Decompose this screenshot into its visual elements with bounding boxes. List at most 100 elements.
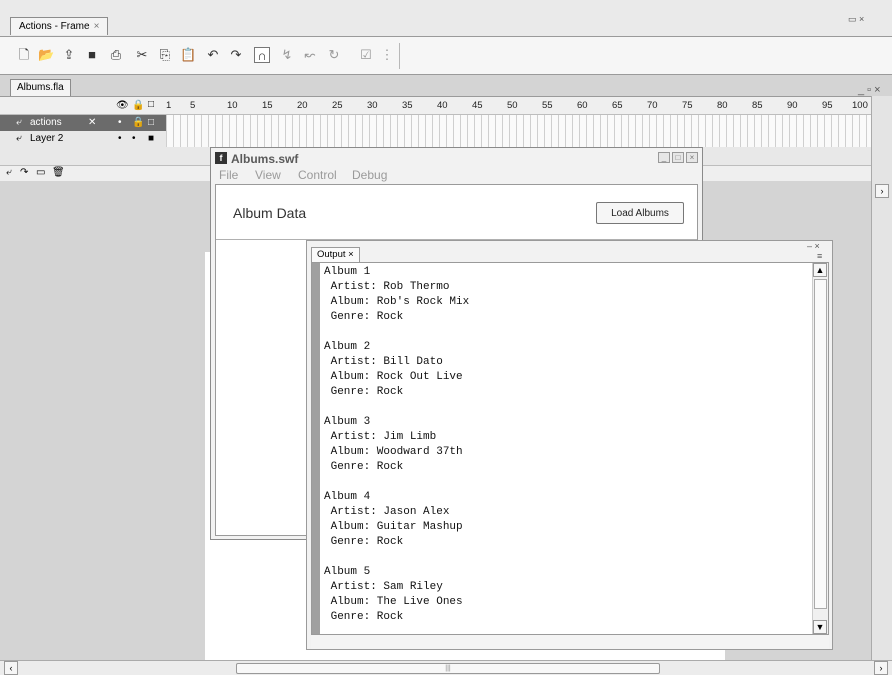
horizontal-scrollbar[interactable] bbox=[311, 635, 829, 649]
document-tab-label: Albums.fla bbox=[17, 82, 64, 93]
trash-icon[interactable]: 🗑 bbox=[52, 167, 65, 178]
open-icon[interactable]: 📂 bbox=[38, 47, 54, 63]
scroll-down-icon[interactable]: ▼ bbox=[813, 620, 827, 634]
output-gutter bbox=[312, 263, 320, 634]
panel-menu-icon[interactable]: ≡ bbox=[817, 251, 822, 261]
timeline-header: 👁 🔒 □ 1 5 10 15 20 25 30 35 40 45 50 55 60 65 70 75 80 85… bbox=[0, 97, 892, 115]
layer-row-actions[interactable]: ⤶ actions ✕ • 🔒 □ bbox=[0, 115, 166, 131]
output-line: Genre: Rock bbox=[324, 611, 404, 623]
close-icon[interactable]: × bbox=[348, 249, 354, 260]
lock-icon[interactable]: 🔒 bbox=[132, 100, 144, 111]
debug-options-icon[interactable]: ⋮ bbox=[379, 47, 395, 63]
visible-dot[interactable]: • bbox=[118, 115, 122, 131]
output-line: Album: Rock Out Live bbox=[324, 371, 463, 383]
outline-icon[interactable]: □ bbox=[148, 115, 154, 131]
close-icon[interactable]: × bbox=[686, 152, 698, 163]
lock-dot[interactable]: • bbox=[132, 131, 136, 147]
check-icon[interactable]: ☑ bbox=[358, 47, 374, 63]
print-icon[interactable]: ⎙ bbox=[108, 47, 124, 63]
visible-dot[interactable]: • bbox=[118, 131, 122, 147]
maximize-icon[interactable]: □ bbox=[672, 152, 684, 163]
output-panel-controls[interactable]: – × bbox=[807, 241, 820, 251]
load-albums-button[interactable]: Load Albums bbox=[596, 202, 684, 224]
right-scroll-strip[interactable]: › bbox=[871, 96, 892, 660]
layer-row-layer2[interactable]: ⤶ Layer 2 • • ■ bbox=[0, 131, 166, 147]
menu-control[interactable]: Control bbox=[298, 168, 337, 182]
outline-icon[interactable]: ■ bbox=[148, 131, 154, 147]
layer-icon: ⤶ bbox=[16, 133, 22, 144]
frame-number: 1 bbox=[166, 100, 172, 111]
swf-menubar: File View Control Debug bbox=[211, 168, 702, 184]
close-icon[interactable]: × bbox=[94, 21, 100, 32]
minimize-icon[interactable]: _ bbox=[658, 152, 670, 163]
paste-icon[interactable]: 📋 bbox=[180, 47, 196, 63]
output-panel: Output × – × ≡ Album 1 Artist: Rob Therm… bbox=[306, 240, 833, 650]
output-line: Album: Guitar Mashup bbox=[324, 521, 463, 533]
output-line: Artist: Jim Limb bbox=[324, 431, 437, 443]
toolbar-divider bbox=[399, 43, 400, 69]
actions-frame-tab[interactable]: Actions - Frame × bbox=[10, 17, 109, 35]
output-line: Album: Rob's Rock Mix bbox=[324, 296, 470, 308]
output-line: Album 5 bbox=[324, 566, 371, 578]
frame-number: 55 bbox=[542, 100, 553, 111]
menu-view[interactable]: View bbox=[255, 168, 281, 182]
vertical-scrollbar[interactable]: ▲ ▼ bbox=[812, 263, 828, 634]
lock-icon[interactable]: 🔒 bbox=[132, 115, 144, 131]
frame-number: 100 bbox=[852, 100, 868, 111]
frame-number: 75 bbox=[682, 100, 693, 111]
output-line: Genre: Rock bbox=[324, 461, 404, 473]
actions-tab-label: Actions - Frame bbox=[19, 21, 90, 32]
output-line: Album 4 bbox=[324, 491, 371, 503]
magnet-icon[interactable]: ∩ bbox=[254, 47, 270, 63]
frame-number: 35 bbox=[402, 100, 413, 111]
add-guide-icon[interactable]: ↷ bbox=[20, 167, 28, 178]
flash-logo-icon: f bbox=[215, 152, 227, 164]
document-tab[interactable]: Albums.fla bbox=[10, 79, 71, 96]
undo-icon[interactable]: ↶ bbox=[205, 47, 221, 63]
scroll-right-icon[interactable]: › bbox=[875, 184, 889, 198]
scrollbar-thumb[interactable] bbox=[814, 279, 827, 609]
copy-icon[interactable]: ⎘ bbox=[157, 47, 173, 63]
panel-controls[interactable]: ▭ × bbox=[848, 14, 864, 25]
new-folder-icon[interactable]: ▭ bbox=[36, 167, 45, 178]
layer-name: actions bbox=[30, 117, 62, 128]
scrollbar-thumb[interactable]: ||| bbox=[236, 663, 660, 674]
frame-number: 40 bbox=[437, 100, 448, 111]
scroll-right-icon[interactable]: › bbox=[874, 661, 888, 675]
bottom-scrollbar[interactable]: ‹ ||| › bbox=[0, 660, 892, 675]
layer-icon: ⤶ bbox=[16, 117, 22, 128]
output-line: Album 2 bbox=[324, 341, 371, 353]
scroll-left-icon[interactable]: ‹ bbox=[4, 661, 18, 675]
output-line: Genre: Rock bbox=[324, 536, 404, 548]
output-text-area[interactable]: Album 1 Artist: Rob Thermo Album: Rob's … bbox=[311, 262, 829, 635]
refresh-icon[interactable]: ↻ bbox=[326, 47, 342, 63]
new-file-icon[interactable]: 🗋 bbox=[16, 47, 32, 63]
redo-icon[interactable]: ↷ bbox=[228, 47, 244, 63]
output-line: Album 1 bbox=[324, 266, 371, 278]
scroll-up-icon[interactable]: ▲ bbox=[813, 263, 827, 277]
eye-icon[interactable]: 👁 bbox=[116, 100, 129, 111]
document-window-controls[interactable]: _ ▫ × bbox=[858, 84, 881, 96]
frame-number: 80 bbox=[717, 100, 728, 111]
frame-number: 95 bbox=[822, 100, 833, 111]
frame-number: 50 bbox=[507, 100, 518, 111]
outline-icon[interactable]: □ bbox=[148, 99, 154, 110]
save-as-icon[interactable]: ⇪ bbox=[61, 47, 77, 63]
cut-icon[interactable]: ✂ bbox=[134, 47, 150, 63]
save-icon[interactable]: ■ bbox=[84, 47, 100, 63]
step-in-icon[interactable]: ↯ bbox=[279, 47, 295, 63]
output-tab[interactable]: Output × bbox=[311, 247, 360, 262]
step-out-icon[interactable]: ↜ bbox=[302, 47, 318, 63]
frame-number: 60 bbox=[577, 100, 588, 111]
new-layer-icon[interactable]: ⤶ bbox=[6, 167, 12, 178]
menu-debug[interactable]: Debug bbox=[352, 168, 387, 182]
menu-file[interactable]: File bbox=[219, 168, 238, 182]
output-line: Artist: Jason Alex bbox=[324, 506, 450, 518]
frame-number: 30 bbox=[367, 100, 378, 111]
output-line: Artist: Sam Riley bbox=[324, 581, 443, 593]
frames-grid[interactable] bbox=[166, 115, 892, 147]
frame-number: 20 bbox=[297, 100, 308, 111]
frame-number: 5 bbox=[190, 100, 196, 111]
actions-toolbar: 🗋 📂 ⇪ ■ ⎙ ✂ ⎘ 📋 ↶ ↷ ∩ ↯ ↜ ↻ ☑ ⋮ bbox=[0, 36, 892, 74]
